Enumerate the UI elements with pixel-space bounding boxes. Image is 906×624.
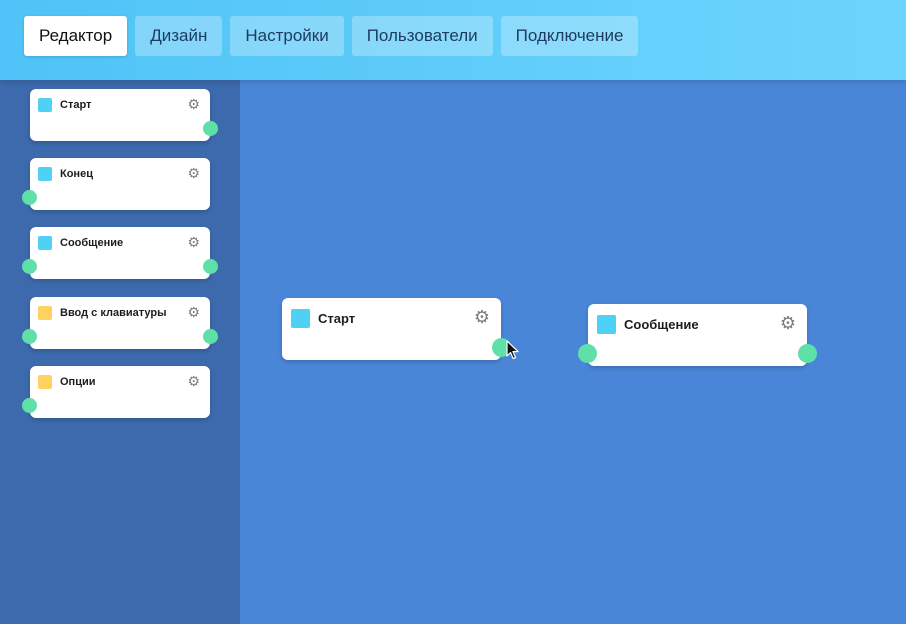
top-navigation-bar: Редактор Дизайн Настройки Пользователи П… <box>0 0 906 80</box>
input-port[interactable] <box>22 259 37 274</box>
gear-icon[interactable]: ⚙ <box>474 308 490 326</box>
gear-icon[interactable]: ⚙ <box>780 314 796 332</box>
block-title: Старт <box>60 99 92 111</box>
output-port[interactable] <box>203 121 218 136</box>
block-color-swatch <box>38 98 52 112</box>
block-color-swatch <box>38 306 52 320</box>
block-title: Конец <box>60 168 93 180</box>
node-title: Сообщение <box>624 317 699 332</box>
node-color-swatch <box>597 315 616 334</box>
output-port[interactable] <box>203 329 218 344</box>
canvas-node-start[interactable]: Старт ⚙ <box>282 298 511 360</box>
block-color-swatch <box>38 167 52 181</box>
tab-design[interactable]: Дизайн <box>135 16 223 56</box>
output-port[interactable] <box>203 259 218 274</box>
palette-block-options[interactable]: Опции ⚙ <box>22 366 210 418</box>
block-title: Ввод с клавиатуры <box>60 307 167 319</box>
input-port[interactable] <box>22 190 37 205</box>
input-port[interactable] <box>22 398 37 413</box>
block-color-swatch <box>38 375 52 389</box>
tab-connection[interactable]: Подключение <box>500 16 639 56</box>
tab-settings[interactable]: Настройки <box>230 16 344 56</box>
input-port[interactable] <box>22 329 37 344</box>
palette-block-start[interactable]: Старт ⚙ <box>30 89 218 141</box>
tab-editor[interactable]: Редактор <box>24 16 128 56</box>
gear-icon[interactable]: ⚙ <box>187 374 200 388</box>
mouse-pointer-icon <box>506 340 519 360</box>
gear-icon[interactable]: ⚙ <box>187 97 200 111</box>
block-title: Сообщение <box>60 237 124 249</box>
input-port[interactable] <box>578 344 597 363</box>
gear-icon[interactable]: ⚙ <box>187 166 200 180</box>
output-port[interactable] <box>798 344 817 363</box>
palette-block-message[interactable]: Сообщение ⚙ <box>22 227 218 279</box>
block-color-swatch <box>38 236 52 250</box>
canvas-node-message[interactable]: Сообщение ⚙ <box>578 304 817 366</box>
gear-icon[interactable]: ⚙ <box>187 305 200 319</box>
gear-icon[interactable]: ⚙ <box>187 235 200 249</box>
tab-users[interactable]: Пользователи <box>351 16 493 56</box>
palette-block-end[interactable]: Конец ⚙ <box>22 158 210 210</box>
palette-block-keyboard-input[interactable]: Ввод с клавиатуры ⚙ <box>22 297 218 349</box>
node-color-swatch <box>291 309 310 328</box>
node-title: Старт <box>318 311 356 326</box>
block-title: Опции <box>60 376 96 388</box>
tab-bar: Редактор Дизайн Настройки Пользователи П… <box>24 16 639 56</box>
